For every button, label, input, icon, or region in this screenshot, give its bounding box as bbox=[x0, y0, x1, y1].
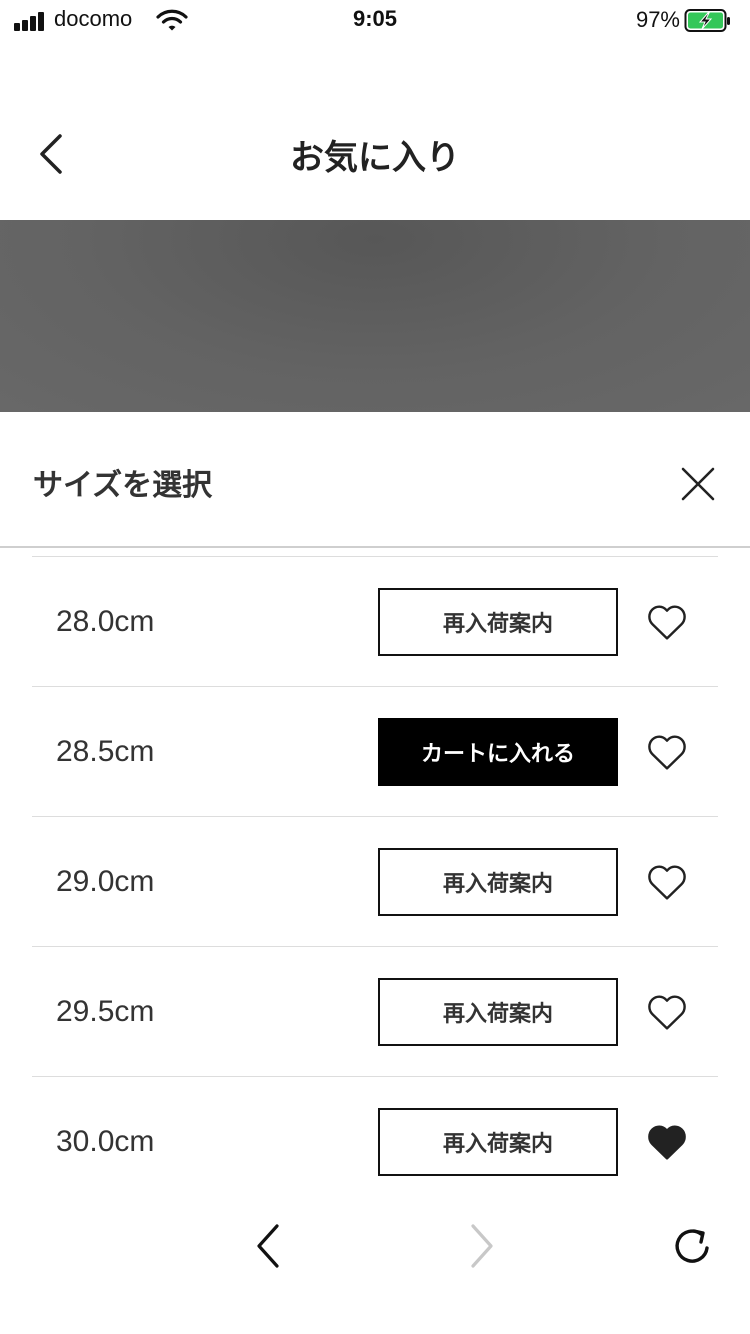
favorite-button[interactable] bbox=[644, 600, 690, 644]
add-to-cart-button[interactable]: カートに入れる bbox=[378, 718, 618, 786]
size-label: 28.0cm bbox=[56, 605, 155, 638]
size-sheet-header: サイズを選択 bbox=[0, 412, 750, 548]
restock-notify-button[interactable]: 再入荷案内 bbox=[378, 588, 618, 656]
browser-toolbar bbox=[0, 1196, 750, 1334]
battery-percent: 97% bbox=[635, 7, 680, 32]
signal-icon bbox=[14, 11, 48, 31]
reload-button[interactable] bbox=[664, 1220, 720, 1272]
battery-icon bbox=[684, 8, 734, 38]
size-row: 28.5cm カートに入れる bbox=[32, 686, 718, 816]
chevron-right-icon bbox=[471, 1224, 493, 1268]
size-row: 28.0cm 再入荷案内 bbox=[32, 556, 718, 686]
wifi-icon bbox=[156, 8, 188, 36]
toolbar-back-button[interactable] bbox=[240, 1220, 296, 1272]
favorite-button[interactable] bbox=[644, 1120, 690, 1164]
restock-notify-button[interactable]: 再入荷案内 bbox=[378, 1108, 618, 1176]
size-row: 30.0cm 再入荷案内 bbox=[32, 1076, 718, 1196]
size-row: 29.5cm 再入荷案内 bbox=[32, 946, 718, 1076]
sheet-title: サイズを選択 bbox=[33, 468, 213, 503]
heart-outline-icon bbox=[648, 605, 686, 640]
heart-outline-icon bbox=[648, 735, 686, 770]
reload-icon bbox=[675, 1229, 709, 1263]
size-row: 29.0cm 再入荷案内 bbox=[32, 816, 718, 946]
size-label: 28.5cm bbox=[56, 735, 155, 768]
restock-notify-button[interactable]: 再入荷案内 bbox=[378, 848, 618, 916]
size-label: 29.5cm bbox=[56, 995, 155, 1028]
product-banner-overlay bbox=[0, 220, 750, 412]
carrier-name: docomo bbox=[54, 6, 133, 31]
heart-outline-icon bbox=[648, 995, 686, 1030]
size-label: 30.0cm bbox=[56, 1125, 155, 1158]
heart-filled-icon bbox=[648, 1125, 686, 1160]
size-label: 29.0cm bbox=[56, 865, 155, 898]
favorite-button[interactable] bbox=[644, 990, 690, 1034]
close-button[interactable] bbox=[670, 456, 726, 512]
toolbar-forward-button[interactable] bbox=[454, 1220, 510, 1272]
chevron-left-icon bbox=[40, 134, 62, 174]
page-title: お気に入り bbox=[290, 138, 460, 178]
page-header: お気に入り bbox=[0, 100, 750, 210]
chevron-left-icon bbox=[257, 1224, 279, 1268]
status-bar: docomo 9:05 97% bbox=[0, 0, 750, 40]
back-button[interactable] bbox=[26, 126, 76, 182]
favorite-button[interactable] bbox=[644, 730, 690, 774]
heart-outline-icon bbox=[648, 865, 686, 900]
size-list[interactable]: 28.0cm 再入荷案内 28.5cm カートに入れる 29.0cm 再入荷案内… bbox=[0, 556, 750, 1196]
favorite-button[interactable] bbox=[644, 860, 690, 904]
close-icon bbox=[681, 467, 715, 501]
restock-notify-button[interactable]: 再入荷案内 bbox=[378, 978, 618, 1046]
